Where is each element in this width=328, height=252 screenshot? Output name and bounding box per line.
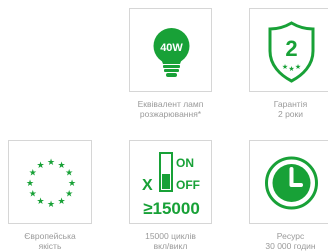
feature-card-warranty: 2 ★ ★ ★: [249, 8, 328, 92]
svg-text:★: ★: [282, 63, 288, 71]
svg-text:★: ★: [295, 63, 301, 71]
caption-equivalent-line1: Еквівалент ламп: [137, 99, 204, 109]
svg-text:★: ★: [36, 197, 44, 207]
svg-text:★: ★: [47, 200, 55, 210]
svg-text:★: ★: [36, 161, 44, 171]
svg-text:★: ★: [57, 197, 65, 207]
caption-lifetime-line2: 30 000 годин: [265, 241, 316, 251]
svg-text:★: ★: [68, 179, 76, 189]
svg-text:★: ★: [47, 158, 55, 168]
caption-warranty-line1: Гарантія: [273, 99, 308, 109]
feature-card-cycles: ON OFF X ≥15000: [129, 140, 212, 224]
caption-equivalent-line2: розжарювання*: [139, 109, 202, 119]
switch-on-label: ON: [176, 156, 194, 170]
switch-x-label: X: [142, 177, 153, 194]
switch-icon: ON OFF X ≥15000: [142, 152, 200, 218]
caption-equivalent: Еквівалент ламп розжарювання*: [119, 99, 222, 119]
svg-text:★: ★: [29, 190, 37, 200]
svg-text:★: ★: [288, 65, 294, 73]
bulb-wattage-label: 40W: [160, 42, 183, 54]
clock-icon: [265, 156, 318, 210]
switch-off-label: OFF: [176, 178, 200, 192]
caption-lifetime: Ресурс 30 000 годин: [239, 231, 328, 251]
caption-cycles-line2: вкл/викл: [153, 241, 188, 251]
warranty-years-label: 2: [285, 36, 297, 61]
caption-eu-line1: Європейська: [24, 231, 76, 241]
svg-text:★: ★: [65, 190, 73, 200]
svg-text:★: ★: [26, 179, 34, 189]
caption-eu: Європейська якість: [0, 231, 102, 251]
svg-text:★: ★: [65, 169, 73, 179]
feature-card-equivalent: 40W: [129, 8, 212, 92]
caption-cycles: 15000 циклів вкл/викл: [119, 231, 222, 251]
caption-cycles-line1: 15000 циклів: [145, 231, 196, 241]
caption-eu-line2: якість: [38, 241, 62, 251]
bulb-icon: 40W: [153, 28, 190, 77]
feature-card-lifetime: [249, 140, 328, 224]
caption-warranty-line2: 2 роки: [277, 109, 303, 119]
caption-warranty: Гарантія 2 роки: [239, 99, 328, 119]
caption-lifetime-line1: Ресурс: [276, 231, 305, 241]
feature-card-eu: ★ ★ ★ ★ ★ ★ ★ ★ ★ ★ ★ ★: [8, 140, 92, 224]
eu-stars-icon: ★ ★ ★ ★ ★ ★ ★ ★ ★ ★ ★ ★: [26, 158, 76, 210]
cycles-count-label: ≥15000: [143, 199, 200, 218]
shield-icon: 2 ★ ★ ★: [268, 21, 315, 83]
